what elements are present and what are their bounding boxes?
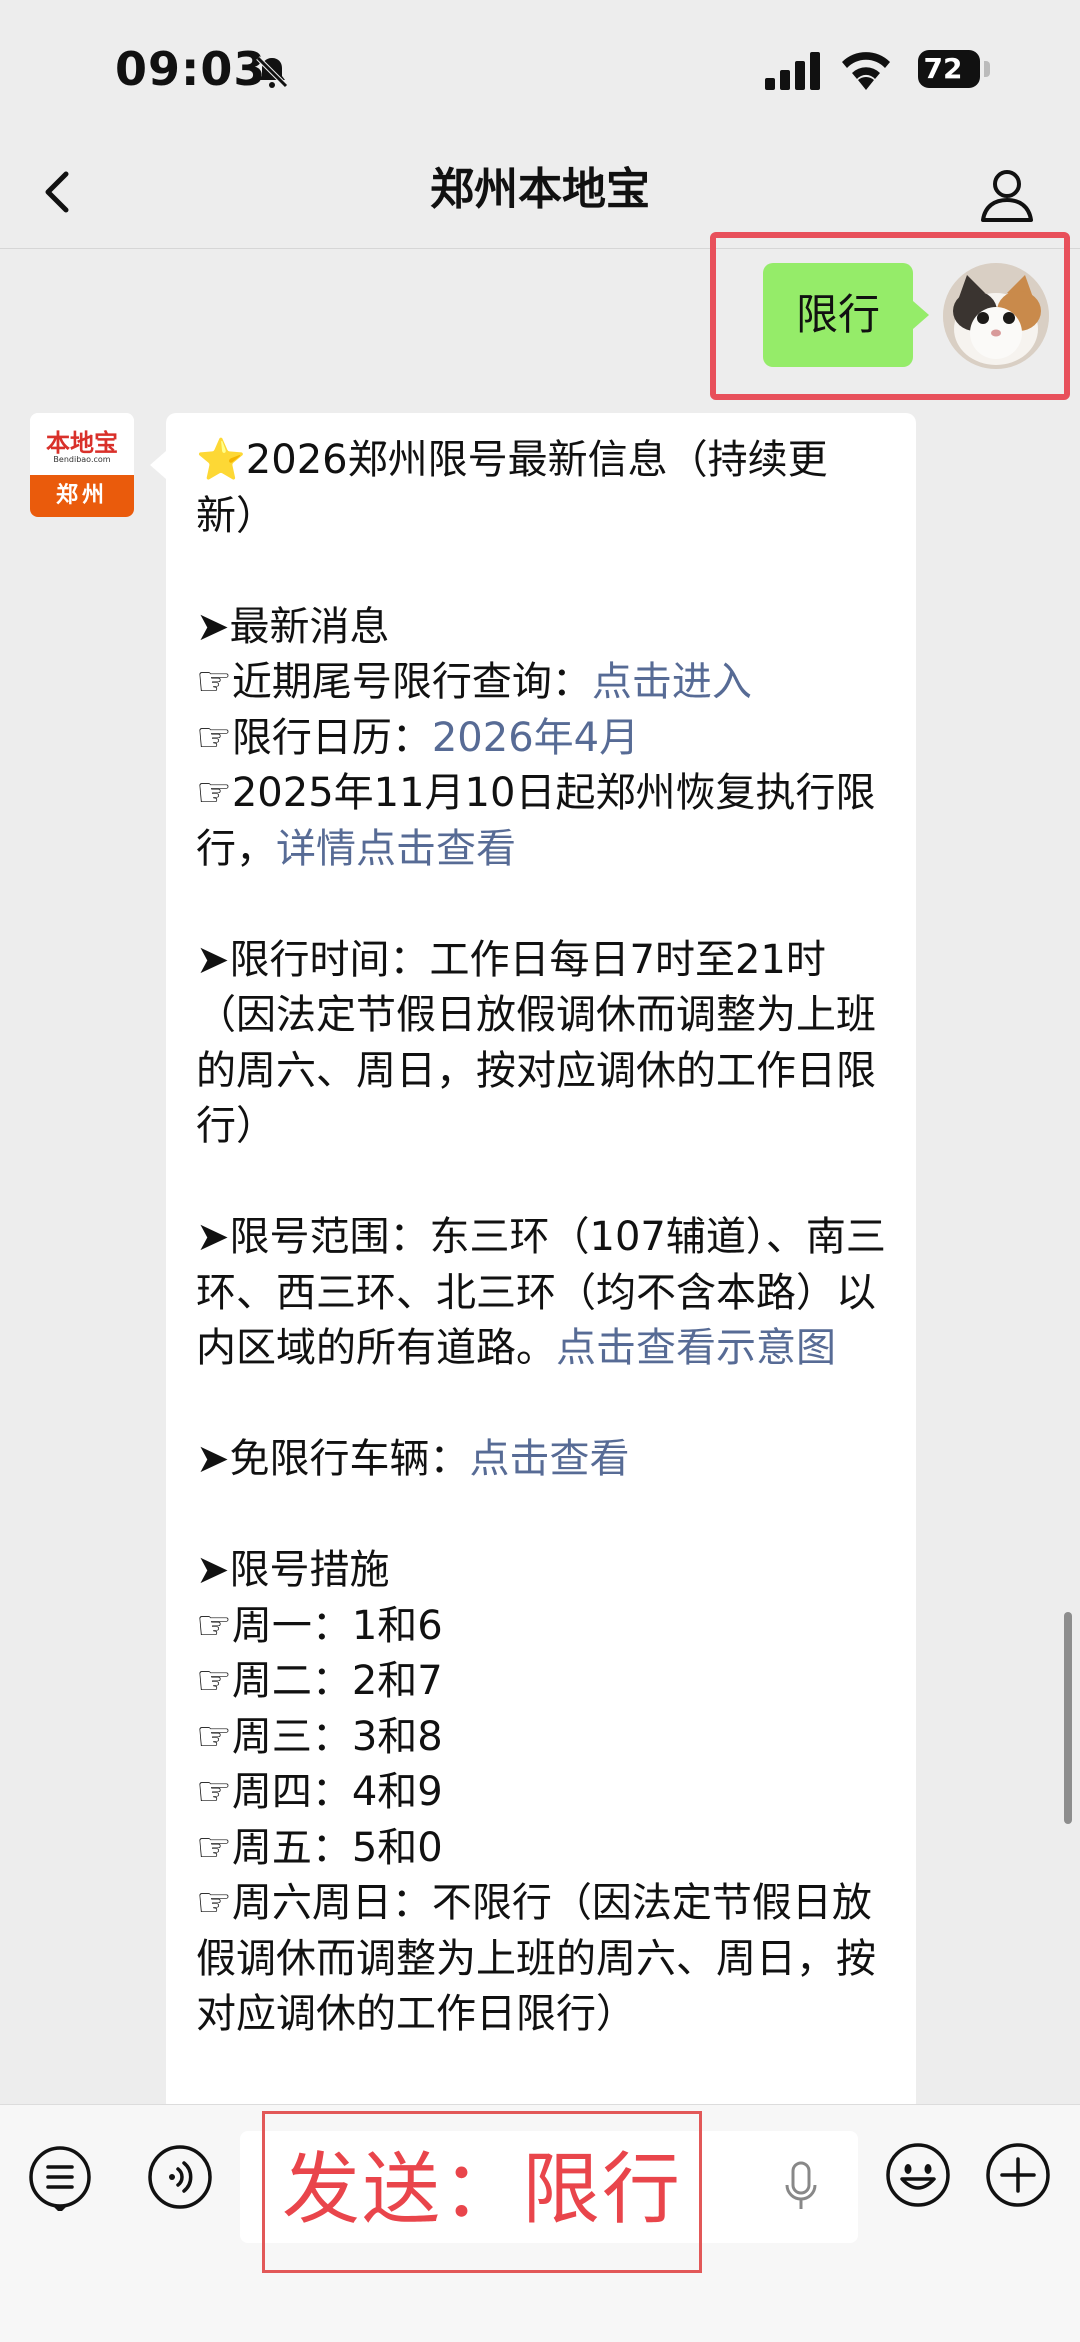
message-link[interactable]: 点击查看示意图 (556, 1325, 836, 1371)
avatar-logo-area: 本地宝 Bendibao.com (30, 413, 134, 475)
message-line: ☞2025年11月10日起郑州恢复执行限行，详情点击查看 (196, 766, 886, 877)
message-line: ☞周五：5和0 (196, 1821, 886, 1877)
menu-list-icon[interactable] (26, 2143, 94, 2211)
message-link[interactable]: 点击查看 (470, 1436, 630, 1482)
message-line: ☞周一：1和6 (196, 1599, 886, 1655)
emoji-icon[interactable] (884, 2141, 952, 2209)
message-line: ➤限号措施 (196, 1543, 886, 1599)
voice-icon[interactable] (146, 2143, 214, 2211)
message-line: ☞限行日历：2026年4月 (196, 711, 886, 767)
message-line-text: ☞限行日历： (196, 714, 432, 761)
battery-level: 72 (923, 52, 963, 85)
my-avatar[interactable] (943, 263, 1049, 369)
back-arrow-icon[interactable] (30, 162, 90, 222)
message-line-text: ☞周三：3和8 (196, 1713, 443, 1760)
message-line: ☞周二：2和7 (196, 1654, 886, 1710)
message-line-text: ➤限号措施 (196, 1547, 390, 1593)
bot-message-bubble: ⭐2026郑州限号最新信息（持续更新） ➤最新消息 ☞近期尾号限行查询：点击进入 ☞限… (150, 413, 916, 2113)
cat-avatar-image (943, 263, 1049, 369)
profile-icon[interactable] (975, 162, 1039, 226)
message-line-text: ☞近期尾号限行查询： (196, 659, 592, 705)
message-line-text: ☞周五：5和0 (196, 1824, 443, 1871)
cellular-signal-icon (765, 52, 820, 90)
wifi-icon (842, 52, 890, 90)
message-line-text: ⭐2026郑州限号最新信息（持续更新） (196, 437, 828, 539)
message-line-text: ☞周六周日：不限行（因法定节假日放假调休而调整为上班的周六、周日，按对应调休的工… (196, 1880, 876, 2037)
my-message-bubble[interactable]: 限行 (763, 263, 929, 367)
message-line-text: ➤限行时间：工作日每日7时至21时（因法定节假日放假调休而调整为上班的周六、周日… (196, 936, 876, 1150)
send-instruction-box: 发送：限行 (262, 2111, 702, 2273)
message-line: ⭐2026郑州限号最新信息（持续更新） (196, 433, 886, 544)
message-line: ➤免限行车辆：点击查看 (196, 1432, 886, 1488)
message-line-text: ➤免限行车辆： (196, 1436, 470, 1482)
message-line-text: ☞周二：2和7 (196, 1658, 443, 1704)
avatar-logo-text: 本地宝 (46, 429, 118, 457)
message-line: ➤限行时间：工作日每日7时至21时（因法定节假日放假调休而调整为上班的周六、周日… (196, 933, 886, 1155)
bot-avatar[interactable]: 本地宝 Bendibao.com 郑州 (30, 413, 134, 517)
battery-icon: 72 (918, 50, 980, 88)
message-line-text: ☞周四：4和9 (196, 1769, 443, 1815)
message-line: ☞周四：4和9 (196, 1765, 886, 1821)
status-time: 09:03 (115, 42, 267, 96)
battery-cap (984, 61, 990, 77)
status-bar: 09:03 72 (0, 0, 1080, 140)
input-bar: 发送：限行 (0, 2104, 1080, 2342)
message-line: ☞周六周日：不限行（因法定节假日放假调休而调整为上班的周六、周日，按对应调休的工… (196, 1876, 886, 2043)
message-link[interactable]: 点击进入 (592, 659, 752, 705)
send-instruction-text: 发送：限行 (281, 2145, 682, 2235)
message-line: ☞近期尾号限行查询：点击进入 (196, 655, 886, 711)
scrollbar[interactable] (1064, 1612, 1072, 1824)
message-link[interactable]: 2026年4月 (432, 715, 639, 761)
message-line: ☞周三：3和8 (196, 1710, 886, 1766)
message-line: ➤限号范围：东三环（107辅道）、南三环、西三环、北三环（均不含本路）以内区域的… (196, 1210, 886, 1377)
plus-icon[interactable] (984, 2141, 1052, 2209)
bot-message-content: ⭐2026郑州限号最新信息（持续更新） ➤最新消息 ☞近期尾号限行查询：点击进入 ☞限… (196, 433, 886, 2043)
message-line-text: ☞周一：1和6 (196, 1602, 443, 1649)
avatar-logo-site: Bendibao.com (53, 455, 111, 464)
avatar-city: 郑州 (30, 475, 134, 517)
microphone-icon[interactable] (783, 2159, 819, 2215)
mute-bell-icon (256, 56, 288, 88)
message-link[interactable]: 详情点击查看 (276, 826, 516, 872)
message-line-text: ➤最新消息 (196, 603, 390, 650)
message-line: ➤最新消息 (196, 600, 886, 656)
